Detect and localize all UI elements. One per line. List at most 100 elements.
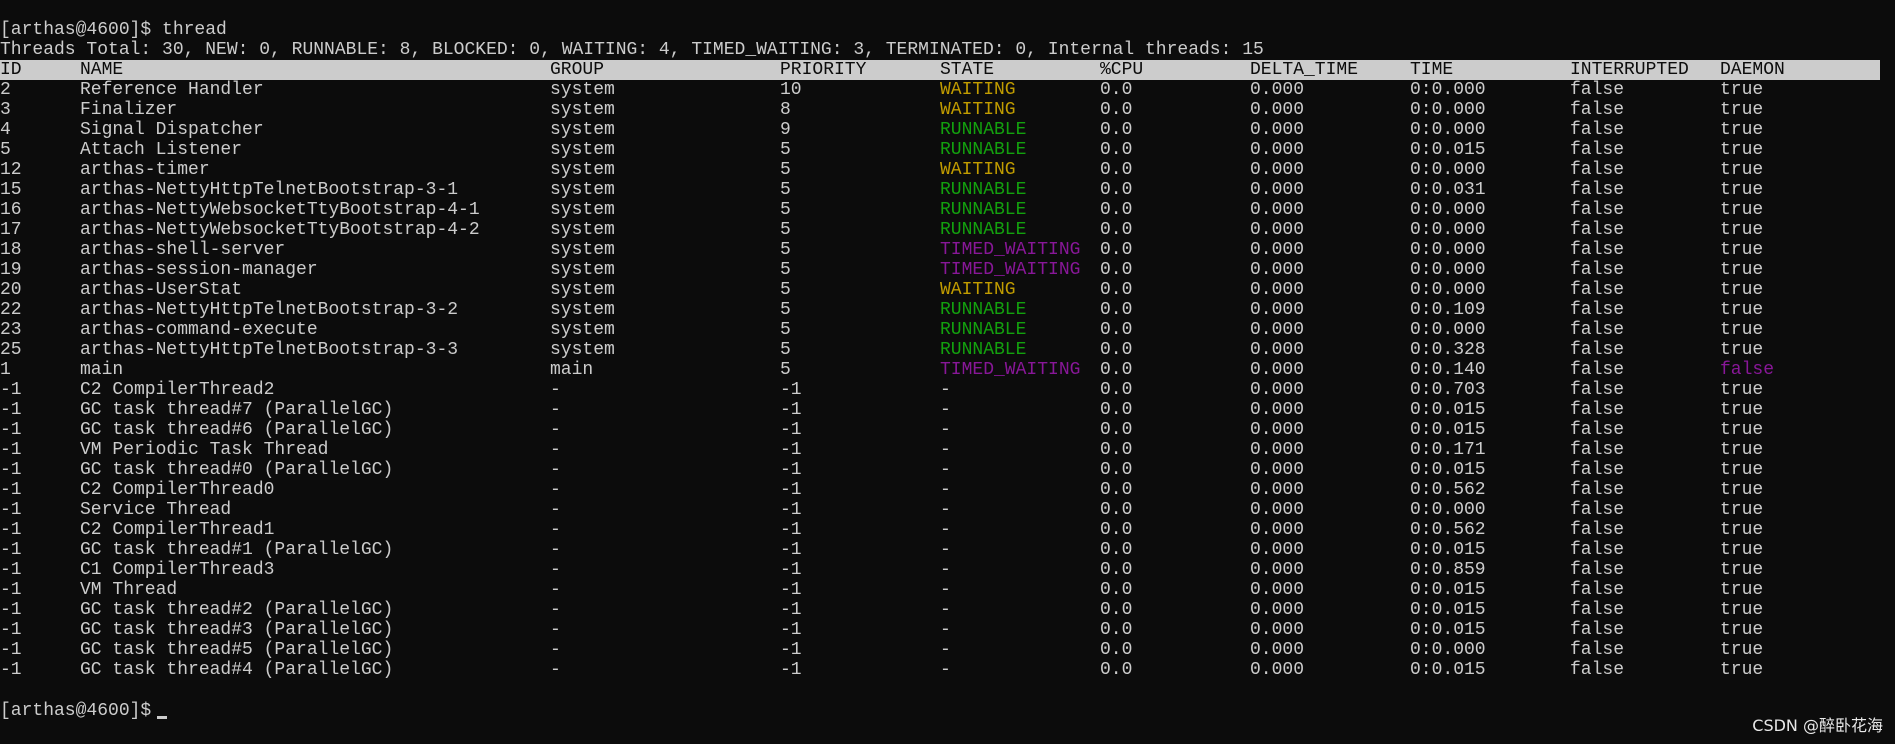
table-row: -1 GC task thread#7 (ParallelGC) - -1 - 0.0 0.…: [0, 400, 1895, 420]
thread-id: 16: [0, 200, 22, 220]
thread-cpu: 0.0: [1100, 560, 1133, 580]
thread-name: GC task thread#1 (ParallelGC): [80, 540, 394, 560]
thread-delta-time: 0.000: [1250, 320, 1305, 340]
thread-daemon: true: [1720, 520, 1764, 540]
thread-state: WAITING: [940, 100, 1016, 120]
header-delta-time: DELTA_TIME: [1250, 60, 1359, 80]
thread-daemon: true: [1720, 80, 1764, 100]
thread-name: GC task thread#2 (ParallelGC): [80, 600, 394, 620]
thread-priority: -1: [780, 640, 802, 660]
final-prompt-line[interactable]: [arthas@4600]$: [0, 700, 168, 722]
thread-priority: -1: [780, 400, 802, 420]
thread-time: 0:0.703: [1410, 380, 1486, 400]
thread-cpu: 0.0: [1100, 260, 1133, 280]
thread-time: 0:0.000: [1410, 100, 1486, 120]
thread-daemon: true: [1720, 500, 1764, 520]
thread-time: 0:0.015: [1410, 420, 1486, 440]
thread-priority: 5: [780, 260, 791, 280]
thread-id: 15: [0, 180, 22, 200]
thread-id: -1: [0, 380, 22, 400]
thread-interrupted: false: [1570, 180, 1625, 200]
table-row: 5 Attach Listener system 5 RUNNABLE 0.0 0.000 0…: [0, 140, 1895, 160]
thread-group: -: [550, 580, 561, 600]
table-row: 23 arthas-command-execute system 5 RUNNABLE 0…: [0, 320, 1895, 340]
thread-time: 0:0.000: [1410, 640, 1486, 660]
thread-interrupted: false: [1570, 580, 1625, 600]
thread-state: -: [940, 420, 951, 440]
thread-daemon: true: [1720, 160, 1764, 180]
thread-interrupted: false: [1570, 140, 1625, 160]
thread-id: -1: [0, 640, 22, 660]
thread-daemon: true: [1720, 240, 1764, 260]
thread-state: -: [940, 500, 951, 520]
thread-state: -: [940, 580, 951, 600]
thread-id: 2: [0, 80, 11, 100]
thread-group: system: [550, 120, 615, 140]
thread-cpu: 0.0: [1100, 480, 1133, 500]
thread-state: RUNNABLE: [940, 120, 1027, 140]
thread-group: system: [550, 200, 615, 220]
thread-delta-time: 0.000: [1250, 200, 1305, 220]
thread-delta-time: 0.000: [1250, 240, 1305, 260]
thread-cpu: 0.0: [1100, 540, 1133, 560]
thread-name: GC task thread#3 (ParallelGC): [80, 620, 394, 640]
terminal-window[interactable]: [arthas@4600]$ thread Threads Total: 30,…: [0, 20, 1895, 680]
thread-state: -: [940, 520, 951, 540]
thread-interrupted: false: [1570, 480, 1625, 500]
thread-time: 0:0.171: [1410, 440, 1486, 460]
thread-id: 5: [0, 140, 11, 160]
thread-id: -1: [0, 620, 22, 640]
thread-time: 0:0.000: [1410, 240, 1486, 260]
table-row: -1 GC task thread#5 (ParallelGC) - -1 - 0.0 0.…: [0, 640, 1895, 660]
thread-group: -: [550, 460, 561, 480]
thread-interrupted: false: [1570, 80, 1625, 100]
thread-group: system: [550, 320, 615, 340]
thread-priority: 5: [780, 300, 791, 320]
thread-state: WAITING: [940, 280, 1016, 300]
table-row: -1 C2 CompilerThread2 - -1 - 0.0 0.000 0:0.703 f…: [0, 380, 1895, 400]
header-interrupted: INTERRUPTED: [1570, 60, 1689, 80]
thread-state: RUNNABLE: [940, 200, 1027, 220]
thread-priority: -1: [780, 460, 802, 480]
thread-daemon: true: [1720, 580, 1764, 600]
thread-daemon: true: [1720, 660, 1764, 680]
thread-group: -: [550, 380, 561, 400]
table-row: 12 arthas-timer system 5 WAITING 0.0 0.000 0:0.…: [0, 160, 1895, 180]
thread-state: WAITING: [940, 80, 1016, 100]
thread-cpu: 0.0: [1100, 80, 1133, 100]
thread-group: system: [550, 300, 615, 320]
thread-state: -: [940, 400, 951, 420]
thread-id: 20: [0, 280, 22, 300]
table-row: 19 arthas-session-manager system 5 TIMED_WAI…: [0, 260, 1895, 280]
thread-delta-time: 0.000: [1250, 600, 1305, 620]
command-text: thread: [162, 20, 227, 40]
thread-delta-time: 0.000: [1250, 620, 1305, 640]
thread-name: main: [80, 360, 124, 380]
thread-group: system: [550, 100, 615, 120]
thread-cpu: 0.0: [1100, 340, 1133, 360]
thread-cpu: 0.0: [1100, 420, 1133, 440]
thread-time: 0:0.140: [1410, 360, 1486, 380]
thread-cpu: 0.0: [1100, 440, 1133, 460]
thread-name: C2 CompilerThread1: [80, 520, 275, 540]
thread-id: 1: [0, 360, 11, 380]
thread-id: 4: [0, 120, 11, 140]
thread-id: 18: [0, 240, 22, 260]
thread-delta-time: 0.000: [1250, 540, 1305, 560]
thread-name: GC task thread#5 (ParallelGC): [80, 640, 394, 660]
thread-name: arthas-NettyHttpTelnetBootstrap-3-2: [80, 300, 459, 320]
thread-delta-time: 0.000: [1250, 220, 1305, 240]
thread-state: -: [940, 460, 951, 480]
table-row: 16 arthas-NettyWebsocketTtyBootstrap-4-1 s…: [0, 200, 1895, 220]
header-cpu: %CPU: [1100, 60, 1144, 80]
table-header: ID NAME GROUP PRIORITY STATE %CPU DELTA_…: [0, 60, 1880, 80]
thread-priority: -1: [780, 600, 802, 620]
thread-cpu: 0.0: [1100, 460, 1133, 480]
thread-priority: 5: [780, 220, 791, 240]
table-row: -1 VM Thread - -1 - 0.0 0.000 0:0.015 false true: [0, 580, 1895, 600]
thread-state: RUNNABLE: [940, 300, 1027, 320]
thread-delta-time: 0.000: [1250, 520, 1305, 540]
thread-time: 0:0.015: [1410, 580, 1486, 600]
thread-priority: -1: [780, 480, 802, 500]
thread-time: 0:0.015: [1410, 140, 1486, 160]
